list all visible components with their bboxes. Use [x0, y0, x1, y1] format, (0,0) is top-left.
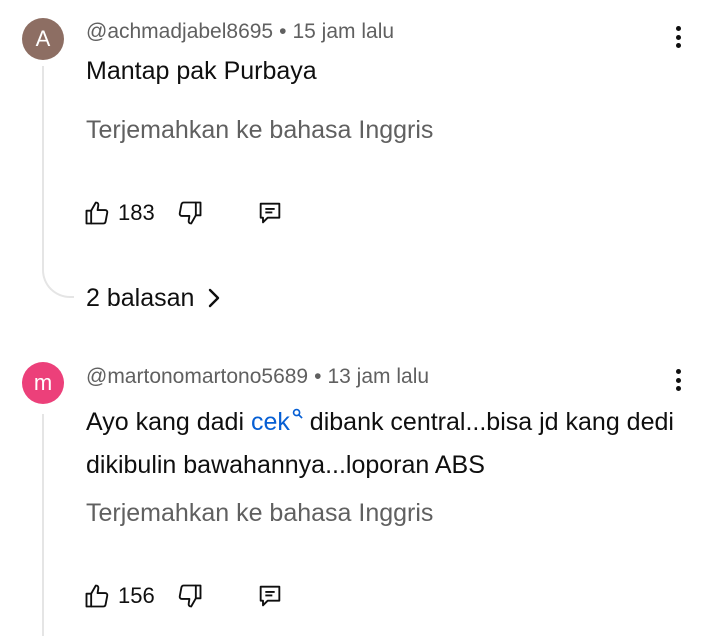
like-count: 156	[118, 583, 155, 608]
comment-text: Mantap pak Purbaya	[86, 57, 317, 85]
thumbs-down-icon[interactable]	[175, 581, 205, 611]
translate-link[interactable]: Terjemahkan ke bahasa Inggris	[86, 116, 433, 145]
comment-author-handle[interactable]: @achmadjabel8695	[86, 20, 273, 43]
view-replies-button[interactable]: 2 balasan	[86, 280, 222, 316]
meta-separator: •	[279, 20, 287, 43]
comment-timestamp[interactable]: 15 jam lalu	[292, 20, 394, 43]
search-suggestion-text: cek	[250, 408, 290, 436]
like-count: 183	[118, 200, 155, 225]
reply-comment-icon[interactable]	[255, 198, 285, 228]
reply-comment-icon[interactable]	[255, 581, 285, 611]
thumbs-up-icon[interactable]	[82, 198, 112, 228]
comment-actions: 183	[82, 193, 285, 233]
replies-label: 2 balasan	[86, 283, 195, 312]
comment-author-handle[interactable]: @martonomartono5689	[86, 365, 308, 388]
more-vertical-icon[interactable]	[666, 20, 690, 54]
search-suggestion-link[interactable]: cek	[251, 408, 303, 436]
meta-separator: •	[314, 365, 322, 388]
reply-thread-line	[42, 414, 44, 636]
thumbs-down-icon[interactable]	[175, 198, 205, 228]
avatar[interactable]: A	[22, 18, 64, 60]
thumbs-up-icon[interactable]	[82, 581, 112, 611]
comment-text-part: Ayo kang dadi	[86, 408, 251, 436]
comment-actions: 156	[82, 576, 285, 616]
chevron-right-icon	[206, 287, 222, 309]
comment-meta: @achmadjabel8695 • 15 jam lalu	[86, 20, 394, 44]
comment-timestamp[interactable]: 13 jam lalu	[327, 365, 429, 388]
more-vertical-icon[interactable]	[666, 363, 690, 397]
reply-thread-line	[42, 66, 74, 298]
comment-text: Ayo kang dadi cek dibank central...bisa …	[86, 393, 676, 487]
search-icon	[292, 406, 303, 422]
comment-meta: @martonomartono5689 • 13 jam lalu	[86, 365, 429, 389]
translate-link[interactable]: Terjemahkan ke bahasa Inggris	[86, 499, 433, 528]
avatar[interactable]: m	[22, 362, 64, 404]
